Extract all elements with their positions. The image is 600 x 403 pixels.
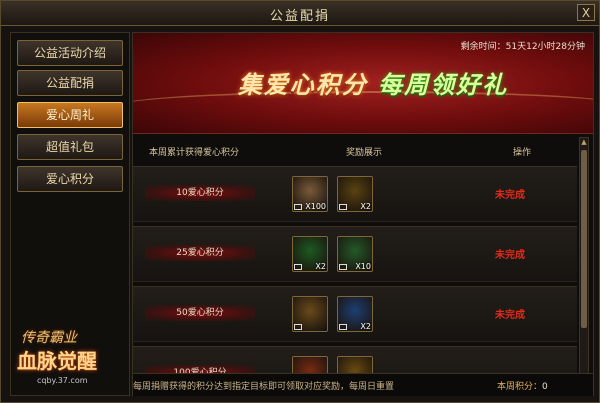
week-points: 本周积分：0: [497, 379, 548, 392]
gold-orb-icon[interactable]: X2: [337, 176, 373, 212]
item-qty: X100: [305, 202, 326, 211]
table-row: 50爱心积分 X2 未完成: [133, 286, 577, 342]
table-row: 10爱心积分 X100 X2 未完成: [133, 166, 577, 222]
item-qty: X10: [355, 262, 371, 271]
scroll-thumb[interactable]: [581, 150, 587, 328]
blue-book-icon[interactable]: X2: [337, 296, 373, 332]
countdown-timer: 剩余时间：51天12小时28分钟: [460, 42, 585, 52]
bound-icon: [294, 264, 302, 270]
vertical-scrollbar[interactable]: ▲ ▼: [579, 137, 589, 391]
requirement-label: 10爱心积分: [145, 185, 255, 201]
bound-icon: [294, 324, 302, 330]
scroll-up-icon[interactable]: ▲: [580, 138, 588, 147]
banner-title-part2: 每周领好礼: [378, 70, 509, 99]
logo-line1: 传奇霸业: [21, 330, 77, 346]
sidebar-item-charity-donation[interactable]: 公益配捐: [17, 70, 123, 96]
reward-table: 10爱心积分 X100 X2 未完成 25爱心积分 X2 X10 未完成 50爱…: [133, 166, 577, 395]
table-row: 25爱心积分 X2 X10 未完成: [133, 226, 577, 282]
sidebar-item-weekly-gift[interactable]: 爱心周礼: [17, 102, 123, 128]
green-scroll-icon[interactable]: X10: [337, 236, 373, 272]
requirement-label: 25爱心积分: [145, 245, 255, 261]
feather-icon[interactable]: X100: [292, 176, 328, 212]
banner-title-part1: 集爱心积分: [237, 70, 368, 99]
bound-icon: [339, 204, 347, 210]
main-content: 剩余时间：51天12小时28分钟 集爱心积分 每周领好礼 本周累计获得爱心积分 …: [132, 32, 594, 396]
footer-note: 每周捐赠获得的积分达到指定目标即可领取对应奖励，每周日重置: [133, 382, 395, 392]
donation-window: 公益配捐 X 公益活动介绍 公益配捐 爱心周礼 超值礼包 爱心积分 传奇霸业 血…: [0, 0, 600, 403]
status-label: 未完成: [495, 190, 525, 201]
item-qty: X2: [360, 322, 371, 331]
title-bar: 公益配捐 X: [1, 1, 599, 26]
week-points-value: 0: [542, 382, 548, 392]
green-book-icon[interactable]: X2: [292, 236, 328, 272]
header-requirement: 本周累计获得爱心积分: [149, 148, 240, 158]
footer-bar: 每周捐赠获得的积分达到指定目标即可领取对应奖励，每周日重置 本周积分：0: [133, 373, 593, 396]
requirement-label: 50爱心积分: [145, 305, 255, 321]
event-banner: 剩余时间：51天12小时28分钟 集爱心积分 每周领好礼: [133, 33, 593, 134]
window-title: 公益配捐: [269, 9, 330, 24]
bound-icon: [339, 324, 347, 330]
money-bag-icon[interactable]: [292, 296, 328, 332]
week-points-label: 本周积分：: [497, 382, 543, 392]
bound-icon: [339, 264, 347, 270]
banner-title: 集爱心积分 每周领好礼: [193, 65, 553, 100]
logo-url: cqby.37.com: [37, 376, 88, 385]
item-qty: X2: [360, 202, 371, 211]
sidebar-item-value-pack[interactable]: 超值礼包: [17, 134, 123, 160]
sidebar-item-charity-intro[interactable]: 公益活动介绍: [17, 40, 123, 66]
status-label: 未完成: [495, 310, 525, 321]
sidebar-item-love-points[interactable]: 爱心积分: [17, 166, 123, 192]
logo-line2: 血脉觉醒: [17, 349, 97, 373]
game-logo: 传奇霸业 血脉觉醒 cqby.37.com: [13, 321, 121, 395]
status-label: 未完成: [495, 250, 525, 261]
close-button[interactable]: X: [577, 4, 595, 21]
bound-icon: [294, 204, 302, 210]
item-qty: X2: [315, 262, 326, 271]
header-action: 操作: [513, 148, 532, 158]
header-rewards: 奖励展示: [346, 148, 383, 158]
table-header: 本周累计获得爱心积分 奖励展示 操作: [133, 134, 577, 164]
